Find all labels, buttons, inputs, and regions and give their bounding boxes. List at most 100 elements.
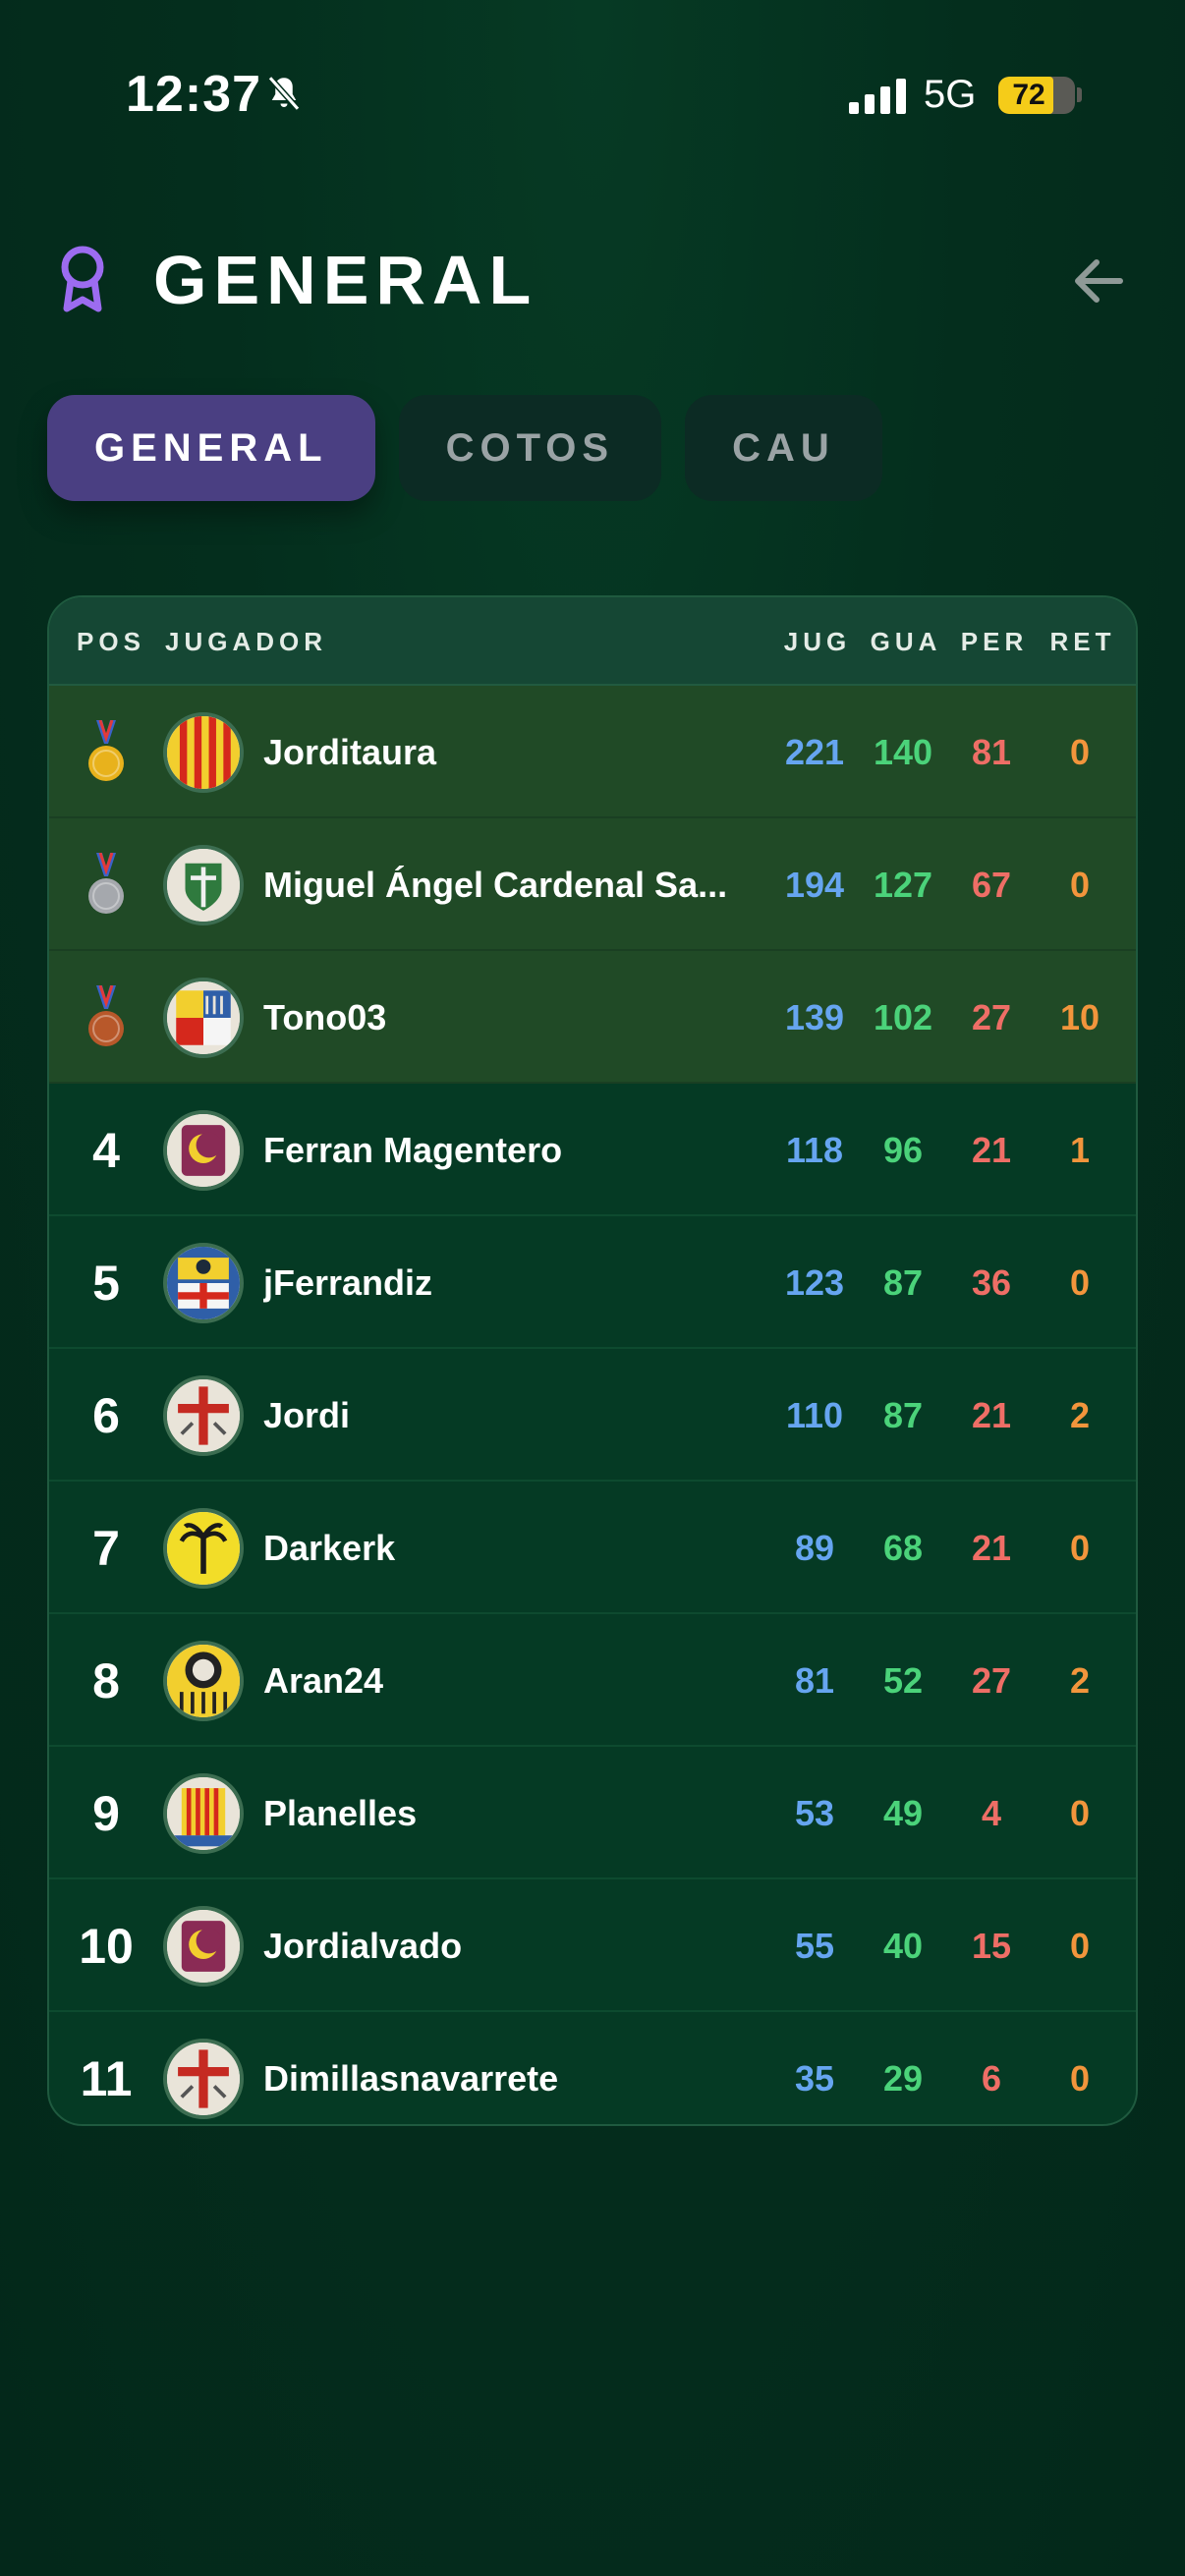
table-row[interactable]: 4 Ferran Magentero 118 96 21 1 [49,1084,1136,1216]
stat-ret: 0 [1069,865,1091,905]
palm-crest-icon [163,1508,244,1589]
table-body: Jorditaura 221 140 81 0 Miguel Ángel Cardenal… [49,686,1136,2124]
position-number: 8 [92,1652,120,1708]
stat-per: 81 [971,732,1012,772]
green-crest-icon [163,845,244,925]
signal-icon [849,79,906,114]
stat-ret: 0 [1069,1262,1091,1303]
stat-per: 21 [971,1395,1012,1435]
table-row[interactable]: Miguel Ángel Cardenal Sa... 194 127 67 0 [49,818,1136,951]
stat-gua: 140 [873,732,933,772]
stat-ret: 0 [1069,732,1091,772]
stat-per: 36 [971,1262,1012,1303]
page-title: GENERAL [153,242,538,318]
striped-crest-icon [163,1773,244,1854]
tab-cau[interactable]: CAU [685,395,882,501]
battery-percentage: 72 [1012,79,1045,111]
tab-cotos[interactable]: COTOS [398,395,662,501]
stat-jug: 35 [794,2058,835,2099]
back-arrow-icon[interactable] [1069,252,1128,310]
battery-tip [1077,87,1082,102]
column-gua: GUA [870,627,942,656]
network-label: 5G [924,73,977,116]
stat-per: 21 [971,1528,1012,1568]
award-icon [61,246,104,312]
round-crest-icon [163,1641,244,1721]
table-row[interactable]: 7 Darkerk 89 68 21 0 [49,1482,1136,1614]
stat-ret: 0 [1069,1793,1091,1833]
position-number: 10 [79,1918,134,1974]
stat-ret: 10 [1059,997,1100,1037]
stat-gua: 29 [882,2058,924,2099]
quartered-crest-icon [163,978,244,1058]
stat-ret: 1 [1069,1130,1091,1170]
stat-jug: 118 [785,1130,844,1170]
stat-jug: 53 [794,1793,835,1833]
ranking-screen: 12:37 5G 72 GENERAL GENERAL COTOS CAU PO… [0,0,1185,2576]
stat-ret: 2 [1069,1660,1091,1701]
column-ret: RET [1049,627,1116,656]
stat-per: 67 [971,865,1012,905]
player-name: Planelles [263,1793,418,1833]
table-row[interactable]: 5 jFerrandiz 123 87 36 0 [49,1216,1136,1349]
stat-gua: 102 [873,997,933,1037]
stat-gua: 87 [882,1262,924,1303]
stat-jug: 194 [784,865,845,905]
tab-bar: GENERAL COTOS CAU [47,395,882,501]
battery-icon: 72 [998,77,1075,114]
player-name: jFerrandiz [263,1262,433,1303]
stat-per: 4 [981,1793,1002,1833]
stat-per: 6 [981,2058,1002,2099]
silver-medal-icon [88,852,124,914]
player-name: Dimillasnavarrete [263,2058,559,2099]
stat-ret: 0 [1069,1528,1091,1568]
player-name: Jorditaura [263,732,437,772]
tab-general[interactable]: GENERAL [47,395,375,501]
table-row[interactable]: 11 Dimillasnavarrete 35 29 6 0 [49,2012,1136,2124]
position-number: 6 [92,1387,120,1443]
stat-gua: 87 [882,1395,924,1435]
stat-per: 27 [971,1660,1012,1701]
player-name: Miguel Ángel Cardenal Sa... [263,865,728,905]
stat-gua: 49 [882,1793,924,1833]
player-name: Ferran Magentero [263,1130,563,1170]
status-time: 12:37 [126,66,261,123]
stat-ret: 0 [1069,2058,1091,2099]
column-player: JUGADOR [165,627,328,656]
stat-per: 21 [971,1130,1012,1170]
table-row[interactable]: 9 Planelles 53 49 4 0 [49,1747,1136,1879]
player-name: Darkerk [263,1528,396,1568]
table-row[interactable]: 8 Aran24 81 52 27 2 [49,1614,1136,1747]
table-header: POS JUGADOR JUG GUA PER RET [49,597,1136,686]
red-cross-crest-icon [163,1375,244,1456]
red-cross-crest-icon [163,2039,244,2119]
table-row[interactable]: 10 Jordialvado 55 40 15 0 [49,1879,1136,2012]
position-number: 4 [92,1122,120,1178]
bell-muted-icon [267,76,301,111]
stat-per: 27 [971,997,1012,1037]
bronze-medal-icon [88,984,124,1046]
stat-gua: 40 [882,1926,924,1966]
position-number: 7 [92,1520,120,1576]
stat-gua: 96 [882,1130,924,1170]
table-row[interactable]: Tono03 139 102 27 10 [49,951,1136,1084]
table-row[interactable]: Jorditaura 221 140 81 0 [49,686,1136,818]
stat-ret: 2 [1069,1395,1091,1435]
stat-per: 15 [971,1926,1012,1966]
player-name: Jordi [263,1395,351,1435]
position-number: 11 [80,2050,133,2106]
player-name: Tono03 [263,997,387,1037]
stat-jug: 55 [794,1926,835,1966]
position-number: 5 [92,1255,120,1311]
player-name: Aran24 [263,1660,384,1701]
column-pos: POS [77,627,145,656]
stat-gua: 127 [873,865,933,905]
ranking-table: POS JUGADOR JUG GUA PER RET Jorditaura 2 2… [47,595,1138,2126]
crescent-crest-icon [163,1906,244,1987]
gold-medal-icon [88,719,124,781]
senyera-shield-icon [163,712,244,793]
table-row[interactable]: 6 Jordi 110 87 21 2 [49,1349,1136,1482]
stat-jug: 123 [784,1262,845,1303]
stat-jug: 139 [784,997,845,1037]
stat-jug: 81 [794,1660,835,1701]
